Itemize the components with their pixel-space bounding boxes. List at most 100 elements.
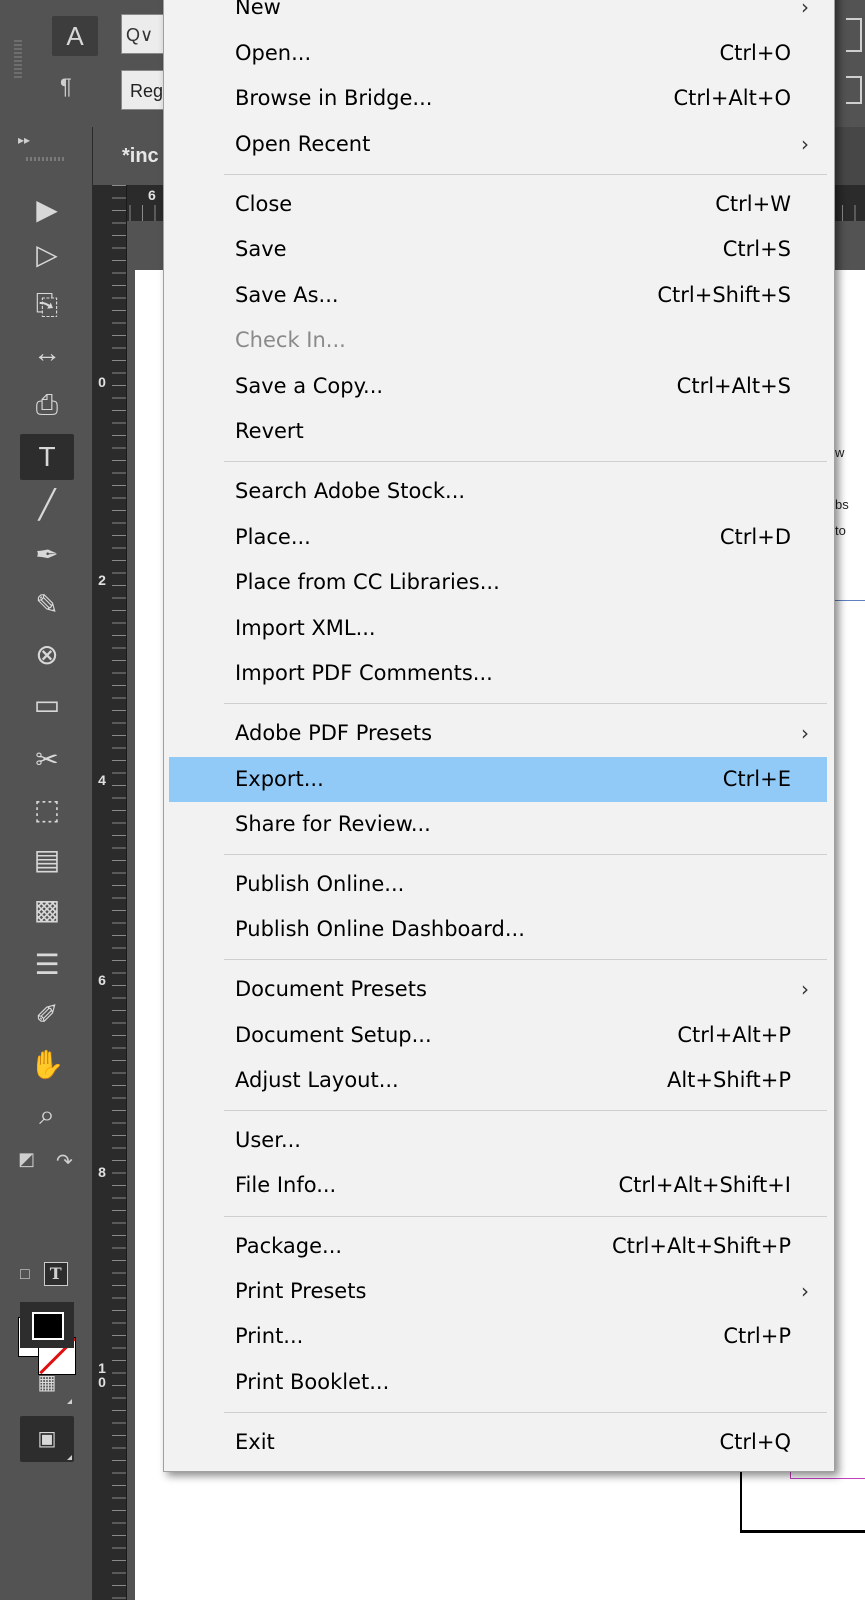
content-collector-icon[interactable]: ⎙ bbox=[20, 382, 74, 428]
panel-grip[interactable] bbox=[14, 40, 22, 78]
menu-item-publish-online[interactable]: Publish Online... bbox=[169, 862, 827, 907]
menu-separator bbox=[224, 703, 827, 704]
menu-item-revert[interactable]: Revert bbox=[169, 409, 827, 454]
menu-item-label: Share for Review... bbox=[235, 812, 431, 836]
menu-item-import-pdf-comments[interactable]: Import PDF Comments... bbox=[169, 651, 827, 696]
gradient-feather-tool-icon[interactable]: ▩ bbox=[20, 887, 74, 933]
hand-tool-icon[interactable]: ✋ bbox=[20, 1042, 74, 1088]
selection-tool-icon[interactable]: ▶ bbox=[20, 187, 74, 233]
menu-item-print[interactable]: Print... Ctrl+P bbox=[169, 1314, 827, 1359]
menu-item-adjust-layout[interactable]: Adjust Layout... Alt+Shift+P bbox=[169, 1058, 827, 1103]
line-tool-icon[interactable]: ╱ bbox=[20, 482, 74, 528]
menu-item-document-presets[interactable]: Document Presets › bbox=[169, 967, 827, 1012]
menu-item-shortcut: Ctrl+D bbox=[719, 525, 791, 549]
formatting-container-icon[interactable]: □ bbox=[20, 1266, 30, 1283]
free-transform-tool-icon[interactable]: ⬚ bbox=[20, 787, 74, 833]
menu-item-label: Save bbox=[235, 237, 287, 261]
default-colors-icon[interactable]: ◩ bbox=[18, 1149, 35, 1170]
page-tool-icon[interactable]: ⎘ bbox=[20, 282, 74, 328]
panel-grip[interactable] bbox=[26, 157, 66, 161]
menu-item-shortcut: Alt+Shift+P bbox=[666, 1068, 791, 1092]
scissors-tool-icon[interactable]: ✂ bbox=[20, 737, 74, 783]
menu-item-shortcut: Ctrl+Alt+S bbox=[676, 374, 791, 398]
menu-item-export[interactable]: Export... Ctrl+E bbox=[169, 757, 827, 802]
menu-item-adobe-pdf-presets[interactable]: Adobe PDF Presets › bbox=[169, 711, 827, 756]
gradient-swatch-tool-icon[interactable]: ▤ bbox=[20, 837, 74, 883]
ruler-label: 0 bbox=[98, 374, 106, 390]
rectangle-tool-icon[interactable]: ▭ bbox=[20, 682, 74, 728]
menu-item-open-recent[interactable]: Open Recent › bbox=[169, 122, 827, 167]
menu-item-label: Import XML... bbox=[235, 616, 376, 640]
menu-item-label: Import PDF Comments... bbox=[235, 661, 493, 685]
zoom-tool-icon[interactable]: ⌕ bbox=[20, 1092, 74, 1138]
submenu-arrow-icon: › bbox=[801, 0, 809, 19]
collapse-panel-icon[interactable]: ▸▸ bbox=[18, 133, 30, 147]
view-mode-icon[interactable]: ▦ bbox=[20, 1360, 74, 1406]
menu-item-browse-in-bridge[interactable]: Browse in Bridge... Ctrl+Alt+O bbox=[169, 76, 827, 121]
menu-item-shortcut: Ctrl+S bbox=[722, 237, 791, 261]
swap-colors-icon[interactable]: ↷ bbox=[56, 1149, 73, 1174]
menu-item-save-a-copy[interactable]: Save a Copy... Ctrl+Alt+S bbox=[169, 364, 827, 409]
menu-item-package[interactable]: Package... Ctrl+Alt+Shift+P bbox=[169, 1224, 827, 1269]
menu-separator bbox=[224, 1110, 827, 1111]
direct-selection-tool-icon[interactable]: ▷ bbox=[20, 232, 74, 278]
menu-item-print-presets[interactable]: Print Presets › bbox=[169, 1269, 827, 1314]
menu-item-label: Search Adobe Stock... bbox=[235, 479, 466, 503]
control-panel-right-edge bbox=[840, 0, 865, 127]
menu-item-label: Document Presets bbox=[235, 977, 427, 1001]
apply-color-icon[interactable] bbox=[20, 1302, 74, 1348]
menu-item-label: Exit bbox=[235, 1430, 275, 1454]
menu-item-save[interactable]: Save Ctrl+S bbox=[169, 227, 827, 272]
menu-item-place-from-cc-libraries[interactable]: Place from CC Libraries... bbox=[169, 560, 827, 605]
vertical-ruler[interactable]: 0 2 4 6 8 1 0 bbox=[92, 185, 127, 1600]
submenu-arrow-icon: › bbox=[801, 721, 809, 745]
menu-item-label: Print Presets bbox=[235, 1279, 367, 1303]
menu-item-print-booklet[interactable]: Print Booklet... bbox=[169, 1360, 827, 1405]
font-style-field[interactable]: Reg bbox=[121, 70, 167, 110]
menu-item-close[interactable]: Close Ctrl+W bbox=[169, 182, 827, 227]
note-tool-icon[interactable]: ☰ bbox=[20, 942, 74, 988]
grid-align-icon[interactable] bbox=[846, 76, 862, 104]
ruler-label: 1 0 bbox=[98, 1360, 106, 1390]
menu-item-label: Document Setup... bbox=[235, 1023, 432, 1047]
paragraph-formatting-button[interactable]: ¶ bbox=[60, 74, 72, 100]
submenu-arrow-icon: › bbox=[801, 132, 809, 156]
menu-item-share-for-review[interactable]: Share for Review... bbox=[169, 802, 827, 847]
menu-item-place[interactable]: Place... Ctrl+D bbox=[169, 515, 827, 560]
menu-item-shortcut: Ctrl+W bbox=[715, 192, 791, 216]
menu-item-file-info[interactable]: File Info... Ctrl+Alt+Shift+I bbox=[169, 1163, 827, 1208]
menu-item-open[interactable]: Open... Ctrl+O bbox=[169, 31, 827, 76]
menu-item-search-adobe-stock[interactable]: Search Adobe Stock... bbox=[169, 469, 827, 514]
pencil-tool-icon[interactable]: ✎ bbox=[20, 582, 74, 628]
menu-item-label: Print Booklet... bbox=[235, 1370, 390, 1394]
menu-item-shortcut: Ctrl+Alt+Shift+I bbox=[618, 1173, 791, 1197]
menu-item-save-as[interactable]: Save As... Ctrl+Shift+S bbox=[169, 273, 827, 318]
menu-item-user[interactable]: User... bbox=[169, 1118, 827, 1163]
menu-item-publish-online-dashboard[interactable]: Publish Online Dashboard... bbox=[169, 907, 827, 952]
pen-tool-icon[interactable]: ✒ bbox=[20, 532, 74, 578]
gap-tool-icon[interactable]: ↔ bbox=[20, 330, 74, 376]
menu-item-new[interactable]: New › bbox=[169, 0, 827, 30]
ruler-label: 6 bbox=[98, 972, 106, 988]
menu-item-document-setup[interactable]: Document Setup... Ctrl+Alt+P bbox=[169, 1013, 827, 1058]
screen-mode-icon[interactable]: ▣ bbox=[20, 1416, 74, 1462]
eyedropper-tool-icon[interactable]: ✐ bbox=[20, 992, 74, 1038]
formatting-mode-row: □ T bbox=[20, 1262, 68, 1286]
menu-separator bbox=[224, 174, 827, 175]
type-tool-icon[interactable]: T bbox=[20, 434, 74, 480]
file-menu: New › Open... Ctrl+O Browse in Bridge... Ctrl… bbox=[163, 0, 835, 1472]
font-search-field[interactable]: Q∨ bbox=[121, 14, 167, 54]
menu-item-import-xml[interactable]: Import XML... bbox=[169, 606, 827, 651]
menu-item-shortcut: Ctrl+Alt+Shift+P bbox=[612, 1234, 791, 1258]
ruler-label: 8 bbox=[98, 1164, 106, 1180]
align-icon[interactable] bbox=[846, 18, 862, 52]
rectangle-frame-tool-icon[interactable]: ⊗ bbox=[20, 632, 74, 678]
menu-separator bbox=[224, 461, 827, 462]
menu-item-shortcut: Ctrl+P bbox=[723, 1324, 791, 1348]
menu-separator bbox=[224, 1412, 827, 1413]
menu-item-label: Package... bbox=[235, 1234, 343, 1258]
menu-item-exit[interactable]: Exit Ctrl+Q bbox=[169, 1420, 827, 1465]
page-text-fragment: w bs to bbox=[835, 445, 849, 538]
character-formatting-button[interactable]: A bbox=[52, 16, 98, 56]
formatting-text-icon[interactable]: T bbox=[43, 1262, 68, 1286]
